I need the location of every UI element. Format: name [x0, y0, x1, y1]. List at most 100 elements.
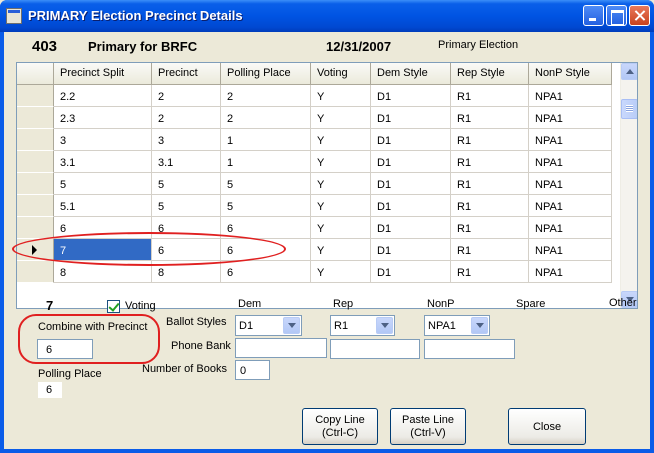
- table-row[interactable]: 5.1 5 5 Y D1 R1 NPA1: [17, 195, 612, 217]
- cell-precinct[interactable]: 3: [152, 129, 221, 151]
- column-header-dem-style[interactable]: Dem Style: [371, 63, 451, 85]
- row-header[interactable]: [17, 173, 54, 195]
- cell-polling-place[interactable]: 2: [221, 85, 311, 107]
- close-button[interactable]: Close: [508, 408, 586, 445]
- precinct-grid[interactable]: Precinct Split Precinct Polling Place Vo…: [16, 62, 638, 309]
- grid-vertical-scrollbar[interactable]: [620, 63, 637, 308]
- cell-polling-place[interactable]: 5: [221, 195, 311, 217]
- cell-precinct-split[interactable]: 5.1: [54, 195, 152, 217]
- row-header[interactable]: [17, 129, 54, 151]
- cell-dem-style[interactable]: D1: [371, 129, 451, 151]
- cell-rep-style[interactable]: R1: [451, 239, 529, 261]
- column-header-polling-place[interactable]: Polling Place: [221, 63, 311, 85]
- cell-precinct-split[interactable]: 7: [54, 239, 152, 261]
- dem-style-select[interactable]: D1: [235, 315, 302, 336]
- cell-precinct[interactable]: 2: [152, 107, 221, 129]
- cell-voting[interactable]: Y: [311, 261, 371, 283]
- cell-nonp-style[interactable]: NPA1: [529, 261, 612, 283]
- cell-dem-style[interactable]: D1: [371, 239, 451, 261]
- rep-style-select[interactable]: R1: [330, 315, 395, 336]
- cell-nonp-style[interactable]: NPA1: [529, 151, 612, 173]
- cell-precinct[interactable]: 6: [152, 217, 221, 239]
- cell-nonp-style[interactable]: NPA1: [529, 85, 612, 107]
- cell-rep-style[interactable]: R1: [451, 85, 529, 107]
- maximize-button[interactable]: [606, 5, 627, 26]
- cell-nonp-style[interactable]: NPA1: [529, 129, 612, 151]
- number-of-books-input[interactable]: 0: [235, 360, 270, 380]
- column-header-precinct-split[interactable]: Precinct Split: [54, 63, 152, 85]
- cell-precinct-split[interactable]: 2.3: [54, 107, 152, 129]
- cell-polling-place[interactable]: 6: [221, 239, 311, 261]
- cell-polling-place[interactable]: 2: [221, 107, 311, 129]
- table-row[interactable]: 8 8 6 Y D1 R1 NPA1: [17, 261, 612, 283]
- cell-precinct-split[interactable]: 8: [54, 261, 152, 283]
- cell-precinct-split[interactable]: 3: [54, 129, 152, 151]
- phone-bank-rep-input[interactable]: [330, 339, 420, 359]
- close-window-button[interactable]: [629, 5, 650, 26]
- voting-checkbox[interactable]: [107, 300, 120, 313]
- cell-nonp-style[interactable]: NPA1: [529, 239, 612, 261]
- title-bar[interactable]: PRIMARY Election Precinct Details: [0, 0, 654, 32]
- cell-dem-style[interactable]: D1: [371, 217, 451, 239]
- cell-dem-style[interactable]: D1: [371, 151, 451, 173]
- cell-voting[interactable]: Y: [311, 151, 371, 173]
- cell-voting[interactable]: Y: [311, 85, 371, 107]
- cell-polling-place[interactable]: 5: [221, 173, 311, 195]
- cell-voting[interactable]: Y: [311, 217, 371, 239]
- cell-voting[interactable]: Y: [311, 239, 371, 261]
- cell-precinct[interactable]: 8: [152, 261, 221, 283]
- column-header-rep-style[interactable]: Rep Style: [451, 63, 529, 85]
- cell-dem-style[interactable]: D1: [371, 261, 451, 283]
- phone-bank-nonp-input[interactable]: [424, 339, 515, 359]
- scroll-up-arrow-icon[interactable]: [621, 63, 637, 80]
- cell-polling-place[interactable]: 6: [221, 217, 311, 239]
- cell-nonp-style[interactable]: NPA1: [529, 107, 612, 129]
- column-header-voting[interactable]: Voting: [311, 63, 371, 85]
- cell-rep-style[interactable]: R1: [451, 173, 529, 195]
- cell-dem-style[interactable]: D1: [371, 85, 451, 107]
- table-row[interactable]: 2.3 2 2 Y D1 R1 NPA1: [17, 107, 612, 129]
- cell-nonp-style[interactable]: NPA1: [529, 173, 612, 195]
- table-row[interactable]: 6 6 6 Y D1 R1 NPA1: [17, 217, 612, 239]
- cell-polling-place[interactable]: 1: [221, 151, 311, 173]
- table-row[interactable]: 3 3 1 Y D1 R1 NPA1: [17, 129, 612, 151]
- cell-voting[interactable]: Y: [311, 129, 371, 151]
- cell-rep-style[interactable]: R1: [451, 129, 529, 151]
- row-header[interactable]: [17, 107, 54, 129]
- cell-dem-style[interactable]: D1: [371, 107, 451, 129]
- row-header[interactable]: [17, 195, 54, 217]
- cell-polling-place[interactable]: 6: [221, 261, 311, 283]
- row-header[interactable]: [17, 85, 54, 107]
- cell-rep-style[interactable]: R1: [451, 107, 529, 129]
- nonp-style-select[interactable]: NPA1: [424, 315, 490, 336]
- cell-nonp-style[interactable]: NPA1: [529, 217, 612, 239]
- cell-voting[interactable]: Y: [311, 195, 371, 217]
- cell-rep-style[interactable]: R1: [451, 217, 529, 239]
- cell-precinct-split[interactable]: 3.1: [54, 151, 152, 173]
- table-row[interactable]: 2.2 2 2 Y D1 R1 NPA1: [17, 85, 612, 107]
- cell-polling-place[interactable]: 1: [221, 129, 311, 151]
- cell-dem-style[interactable]: D1: [371, 173, 451, 195]
- cell-precinct-split[interactable]: 2.2: [54, 85, 152, 107]
- cell-precinct[interactable]: 5: [152, 195, 221, 217]
- table-row[interactable]: 5 5 5 Y D1 R1 NPA1: [17, 173, 612, 195]
- paste-line-button[interactable]: Paste Line (Ctrl-V): [390, 408, 466, 445]
- cell-rep-style[interactable]: R1: [451, 151, 529, 173]
- table-row[interactable]: 7 6 6 Y D1 R1 NPA1: [17, 239, 612, 261]
- table-row[interactable]: 3.1 3.1 1 Y D1 R1 NPA1: [17, 151, 612, 173]
- cell-dem-style[interactable]: D1: [371, 195, 451, 217]
- scroll-thumb[interactable]: [621, 99, 637, 119]
- cell-precinct-split[interactable]: 5: [54, 173, 152, 195]
- cell-voting[interactable]: Y: [311, 107, 371, 129]
- cell-precinct[interactable]: 6: [152, 239, 221, 261]
- cell-rep-style[interactable]: R1: [451, 195, 529, 217]
- cell-precinct[interactable]: 2: [152, 85, 221, 107]
- cell-precinct[interactable]: 5: [152, 173, 221, 195]
- row-selector-arrow-icon[interactable]: [17, 239, 54, 261]
- column-header-nonp-style[interactable]: NonP Style: [529, 63, 612, 85]
- phone-bank-dem-input[interactable]: [235, 338, 327, 358]
- column-header-precinct[interactable]: Precinct: [152, 63, 221, 85]
- chevron-down-icon[interactable]: [283, 317, 300, 334]
- cell-nonp-style[interactable]: NPA1: [529, 195, 612, 217]
- row-header[interactable]: [17, 217, 54, 239]
